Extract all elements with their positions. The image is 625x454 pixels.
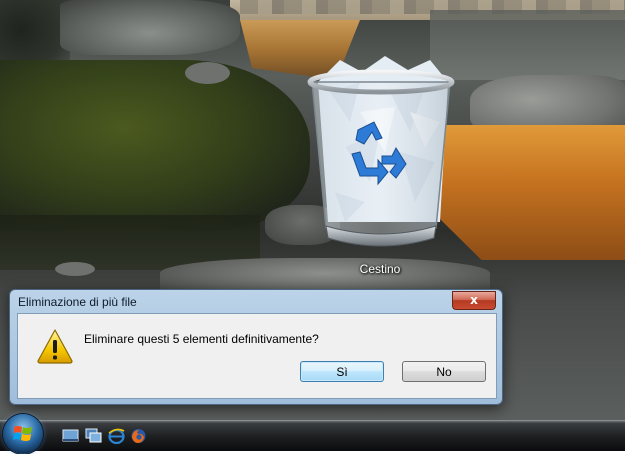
start-button[interactable]: [3, 414, 43, 454]
dialog-body: Eliminare questi 5 elementi definitivame…: [17, 313, 497, 399]
warning-icon: [37, 329, 73, 364]
desktop-icon-label: Cestino: [359, 262, 401, 276]
no-button[interactable]: No: [402, 361, 486, 382]
wallpaper-grass: [0, 60, 310, 230]
desktop-icon-recycle-bin[interactable]: Cestino: [290, 52, 470, 284]
wallpaper-rock: [60, 0, 240, 55]
close-button[interactable]: x: [452, 291, 496, 310]
recycle-bin-full-icon: [307, 56, 455, 247]
windows-start-orb-icon: [13, 426, 32, 441]
internet-explorer-icon[interactable]: [108, 428, 125, 444]
dialog-title: Eliminazione di più file: [18, 295, 137, 309]
switch-windows-icon[interactable]: [85, 428, 102, 444]
firefox-icon[interactable]: [130, 428, 147, 444]
dialog-message: Eliminare questi 5 elementi definitivame…: [84, 332, 319, 346]
wallpaper-pebble: [185, 62, 230, 84]
show-desktop-icon[interactable]: [62, 428, 79, 444]
yes-button[interactable]: Sì: [300, 361, 384, 382]
wallpaper-pebble: [55, 262, 95, 276]
delete-confirmation-dialog: Eliminazione di più file x Eliminare que…: [9, 289, 503, 405]
